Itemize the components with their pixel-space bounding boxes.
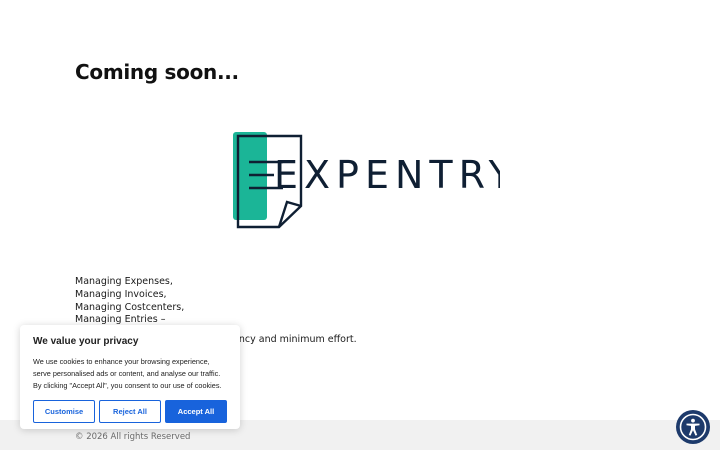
reject-all-button[interactable]: Reject All xyxy=(99,400,161,423)
cookie-button-row: Customise Reject All Accept All xyxy=(33,400,227,423)
cookie-banner-text: We use cookies to enhance your browsing … xyxy=(33,357,222,390)
feature-item: Managing Invoices, xyxy=(75,288,167,300)
feature-item: Managing Expenses, xyxy=(75,276,173,287)
logo-wordmark: EXPENTRY xyxy=(274,153,500,197)
accessibility-button[interactable] xyxy=(676,410,710,444)
accessibility-icon xyxy=(679,413,707,441)
expentry-logo: EXPENTRY xyxy=(230,128,512,232)
cookie-consent-banner: We value your privacy We use cookies to … xyxy=(20,325,240,429)
page-title: Coming soon... xyxy=(75,60,239,84)
feature-item: Managing Costcenters, xyxy=(75,301,185,313)
page: Coming soon... EXPENTRY Managing Expense… xyxy=(0,0,720,450)
copyright-text: © 2026 All rights Reserved xyxy=(75,432,191,442)
accept-all-button[interactable]: Accept All xyxy=(165,400,227,423)
cookie-banner-title: We value your privacy xyxy=(33,336,139,347)
document-fold-icon: EXPENTRY xyxy=(233,132,512,229)
customise-button[interactable]: Customise xyxy=(33,400,95,423)
feature-list: Managing Expenses, Managing Invoices, Ma… xyxy=(75,276,184,327)
